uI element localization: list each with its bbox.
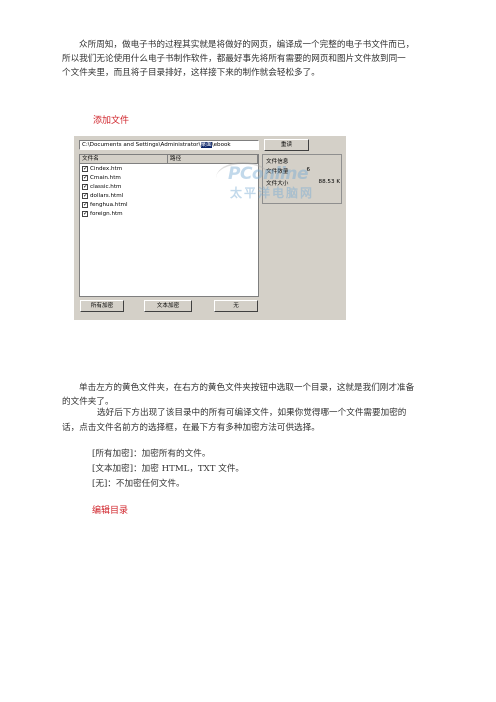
encrypt-all-button[interactable]: 所有加密 xyxy=(80,300,124,312)
ebook-tool-screenshot: C:\Documents and Settings\Administrator\… xyxy=(74,136,346,320)
intro-line-3: 个文件夹里，而且将子目录排好，这样接下来的制作就会轻松多了。 xyxy=(62,68,320,78)
option-no-encrypt: [无]：不加密任何文件。 xyxy=(92,479,185,489)
para2-line-1: 单击左方的黄色文件夹，在右方的黄色文件夹按钮中选取一个目录，这就是我们刚才准备 xyxy=(79,383,415,393)
path-prefix: C:\Documents and Settings\Administrator\ xyxy=(82,142,201,148)
checkbox-checked-icon[interactable]: ✓ xyxy=(82,210,88,217)
reread-button[interactable]: 重读 xyxy=(264,139,309,151)
checkbox-checked-icon[interactable]: ✓ xyxy=(82,174,88,181)
para3-line-2: 话，点击文件名前方的选择框，在最下方有多种加密方法可供选择。 xyxy=(62,423,320,433)
file-name: dollars.html xyxy=(90,192,124,199)
folder-path-field[interactable]: C:\Documents and Settings\Administrator\… xyxy=(79,140,259,150)
file-name: foreign.htm xyxy=(90,210,123,217)
column-filename[interactable]: 文件名 xyxy=(80,155,168,163)
checkbox-checked-icon[interactable]: ✓ xyxy=(82,165,88,172)
path-highlight: 桌面 xyxy=(200,142,212,148)
option-encrypt-all: [所有加密]：加密所有的文件。 xyxy=(92,449,211,459)
no-encrypt-button[interactable]: 无 xyxy=(214,300,258,312)
file-row[interactable]: ✓ fenghua.html xyxy=(80,200,258,209)
file-name: Cmain.htm xyxy=(90,174,121,181)
intro-line-1: 众所周知，做电子书的过程其实就是将做好的网页，编译成一个完整的电子书文件而已， xyxy=(79,40,415,50)
checkbox-checked-icon[interactable]: ✓ xyxy=(82,201,88,208)
file-size-value: 88.53 K xyxy=(318,179,340,185)
file-row[interactable]: ✓ foreign.htm xyxy=(80,209,258,218)
intro-line-2: 所以我们无论使用什么电子书制作软件，都最好事先将所有需要的网页和图片文件放到同一 xyxy=(62,54,406,64)
section-heading-add-files: 添加文件 xyxy=(93,116,130,126)
file-name: Cindex.htm xyxy=(90,165,123,172)
path-suffix: \ebook xyxy=(211,142,231,148)
checkbox-checked-icon[interactable]: ✓ xyxy=(82,192,88,199)
file-name: fenghua.html xyxy=(90,201,128,208)
section-heading-edit-toc: 编辑目录 xyxy=(92,506,129,516)
encrypt-text-button[interactable]: 文本加密 xyxy=(144,300,192,312)
checkbox-checked-icon[interactable]: ✓ xyxy=(82,183,88,190)
option-encrypt-text: [文本加密]：加密 HTML，TXT 文件。 xyxy=(92,464,245,474)
watermark-text: 太平洋电脑网 xyxy=(230,186,315,200)
file-name: classic.htm xyxy=(90,183,122,190)
para3-line-1: 选好后下方出现了该目录中的所有可编译文件，如果你觉得哪一个文件需要加密的 xyxy=(97,408,407,418)
watermark-logo: PConline xyxy=(228,164,309,184)
